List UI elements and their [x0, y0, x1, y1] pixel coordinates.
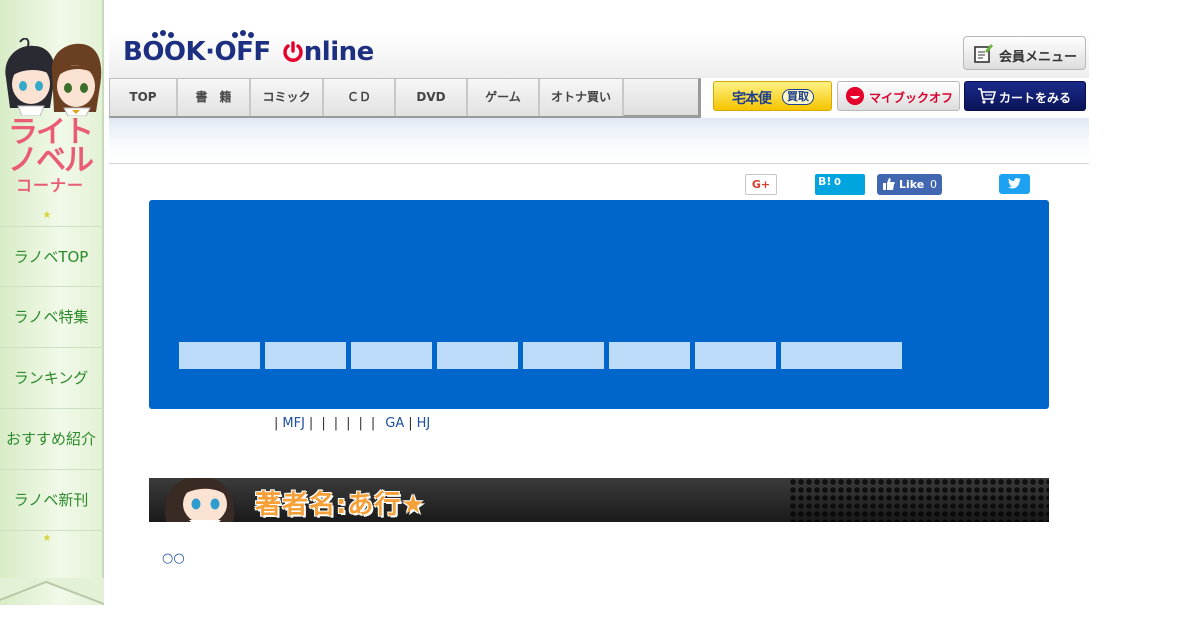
- power-icon: [283, 41, 303, 62]
- sidebar-header[interactable]: ライト ノベル コーナー: [0, 0, 104, 210]
- google-plus-button[interactable]: G+: [745, 174, 777, 195]
- publisher-link-hj[interactable]: HJ: [417, 416, 431, 431]
- tab-dvd[interactable]: DVD: [396, 79, 468, 116]
- label-tab[interactable]: [437, 342, 518, 369]
- hatena-icon: B!: [818, 175, 832, 188]
- star-icon: ★: [42, 210, 52, 221]
- tab-cd[interactable]: ＣＤ: [324, 79, 396, 116]
- facebook-like-button[interactable]: Like 0: [877, 174, 942, 195]
- facebook-like-count: 0: [930, 178, 937, 191]
- view-cart-button[interactable]: カートをみる: [964, 81, 1086, 111]
- label-tab[interactable]: [609, 342, 690, 369]
- label-tab[interactable]: [179, 342, 260, 369]
- logo-dots-icon: [152, 30, 254, 38]
- author-section-title: 著者名:あ行★: [255, 490, 426, 520]
- publisher-link-mfj[interactable]: MFJ: [282, 416, 305, 431]
- star-icon: ★: [42, 533, 52, 544]
- logo-text-right: nline: [303, 37, 374, 67]
- separator: |: [321, 416, 326, 431]
- light-novel-corner-title: ライト ノベル コーナー: [2, 118, 98, 194]
- header-shade: [109, 118, 1089, 164]
- takuhai-buyback-button[interactable]: 宅本便 買取: [713, 81, 832, 111]
- site-header: BOOK·OFF nline 会員メニュー TOP 書 籍 コミック ＣＤ DV…: [109, 0, 1089, 164]
- label-tab[interactable]: [351, 342, 432, 369]
- character-avatar: [165, 478, 235, 522]
- character-illustration: [5, 38, 102, 116]
- label-tab[interactable]: [781, 342, 902, 369]
- sidebar-item-ranobe-top[interactable]: ラノベTOP: [0, 226, 102, 287]
- smile-icon: [846, 87, 864, 105]
- sidebar-item-ranobe-feature[interactable]: ラノベ特集: [0, 287, 102, 348]
- title-line-3: コーナー: [15, 176, 84, 195]
- sidebar-item-ranking[interactable]: ランキング: [0, 348, 102, 409]
- tab-comics[interactable]: コミック: [251, 79, 324, 116]
- member-menu-label: 会員メニュー: [999, 50, 1078, 65]
- hatena-count: 0: [834, 177, 841, 188]
- thumbs-up-icon: [883, 178, 895, 190]
- view-cart-label: カートをみる: [999, 91, 1072, 105]
- tab-bulk-buy[interactable]: オトナ買い: [540, 79, 624, 116]
- title-line-2: ノベル: [8, 143, 94, 178]
- label-tab[interactable]: [695, 342, 776, 369]
- member-menu-icon: [974, 44, 993, 63]
- hatena-bookmark-button[interactable]: B! 0: [815, 174, 865, 195]
- my-bookoff-button[interactable]: マイブックオフ: [837, 81, 960, 111]
- header-top-bar: BOOK·OFF nline 会員メニュー: [109, 0, 1089, 78]
- author-link[interactable]: ○○: [162, 551, 185, 566]
- author-section-banner: 著者名:あ行★: [149, 478, 1049, 522]
- takuhai-label: 宅本便: [732, 91, 772, 107]
- label-tab[interactable]: [265, 342, 346, 369]
- sidebar-item-new-releases[interactable]: ラノベ新刊: [0, 470, 102, 531]
- tab-top[interactable]: TOP: [110, 79, 178, 116]
- separator: |: [274, 416, 279, 431]
- twitter-bird-icon: [1008, 178, 1021, 189]
- separator: |: [333, 416, 339, 431]
- sidebar-nav: ラノベTOP ラノベ特集 ランキング おすすめ紹介 ラノベ新刊: [0, 226, 102, 531]
- separator: |: [408, 416, 413, 431]
- label-tab[interactable]: [523, 342, 604, 369]
- publisher-links: | MFJ | | | | | | GA | HJ: [270, 416, 430, 431]
- separator: |: [346, 416, 351, 431]
- tab-books[interactable]: 書 籍: [178, 79, 251, 116]
- cart-icon: [978, 88, 997, 104]
- separator: |: [370, 416, 376, 431]
- publisher-link-ga[interactable]: GA: [385, 416, 404, 431]
- sidebar-item-recommend[interactable]: おすすめ紹介: [0, 409, 102, 470]
- takuhai-sub-label: 買取: [782, 89, 814, 105]
- bookoff-online-logo[interactable]: BOOK·OFF nline: [123, 30, 374, 72]
- label-tabs-panel: [149, 200, 1049, 409]
- tab-game[interactable]: ゲーム: [468, 79, 540, 116]
- facebook-like-label: Like: [899, 178, 925, 191]
- light-novel-sidebar: ライト ノベル コーナー ★ ラノベTOP ラノベ特集 ランキング おすすめ紹介…: [0, 0, 104, 630]
- twitter-button[interactable]: [999, 174, 1030, 194]
- separator: |: [358, 416, 363, 431]
- my-bookoff-label: マイブックオフ: [869, 91, 954, 105]
- sidebar-bottom-chevron: [0, 578, 104, 605]
- halftone-pattern: [789, 478, 1049, 522]
- separator: |: [308, 416, 314, 431]
- main-nav: TOP 書 籍 コミック ＣＤ DVD ゲーム オトナ買い: [109, 78, 701, 118]
- member-menu-button[interactable]: 会員メニュー: [963, 36, 1086, 70]
